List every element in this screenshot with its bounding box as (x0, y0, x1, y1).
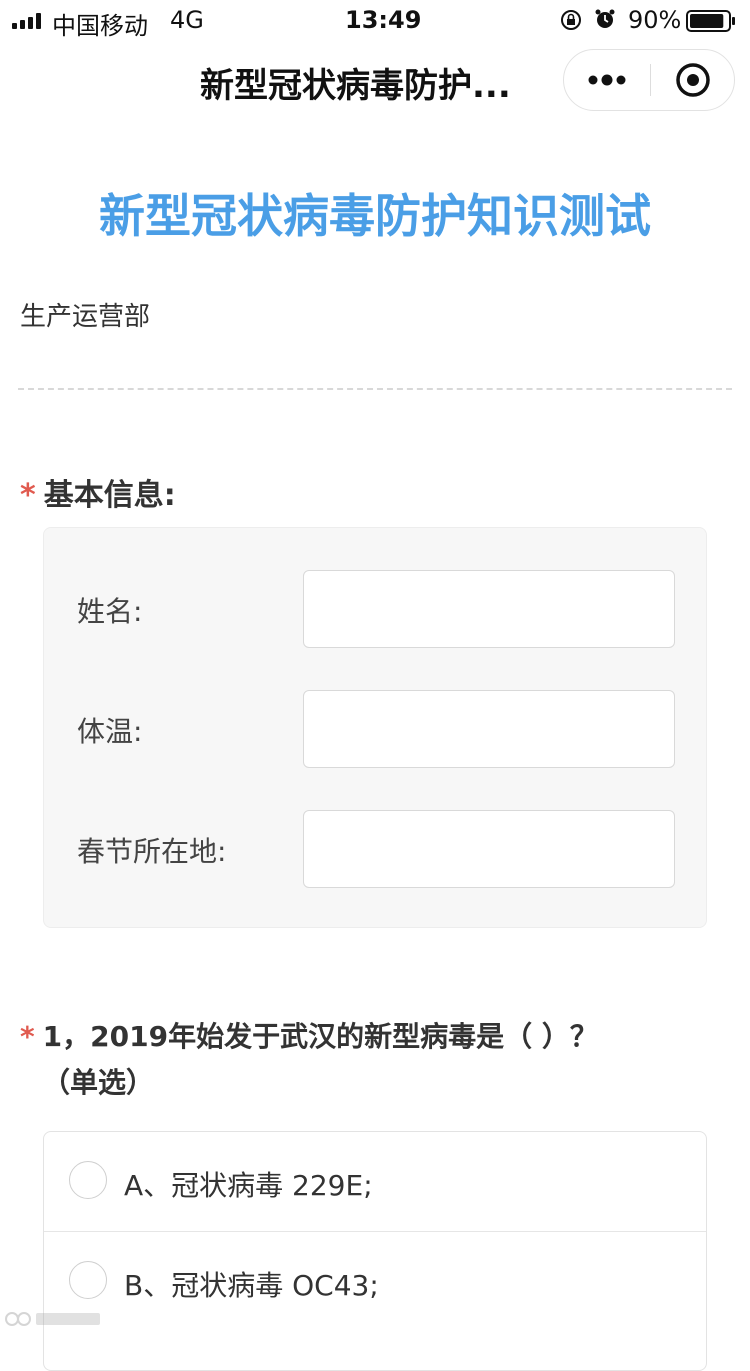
question-1: * 1，2019年始发于武汉的新型病毒是（ ）？ （单选） (20, 1014, 640, 1106)
rotation-lock-icon (561, 10, 581, 30)
form-title: 新型冠状病毒防护知识测试 (99, 189, 651, 243)
battery-icon (686, 10, 735, 32)
temperature-row: 体温: (44, 690, 708, 770)
department-label: 生产运营部 (20, 302, 151, 332)
location-row: 春节所在地: (44, 810, 708, 890)
mini-program-capsule (563, 49, 735, 111)
option-a[interactable]: A、冠状病毒 229E; (44, 1132, 706, 1230)
name-label: 姓名: (77, 595, 143, 628)
basic-info-card: 姓名: 体温: 春节所在地: (43, 527, 707, 928)
temperature-input[interactable] (303, 690, 675, 768)
temperature-label: 体温: (77, 715, 143, 748)
location-input[interactable] (303, 810, 675, 888)
basic-info-heading: * 基本信息: (20, 470, 176, 514)
alarm-icon (595, 9, 615, 28)
status-bar: 中国移动 4G 13:49 90% (0, 0, 750, 42)
question-1-type: （单选） (42, 1066, 155, 1099)
more-dots-icon (588, 74, 626, 86)
basic-info-title: 基本信息: (43, 478, 176, 513)
status-time: 13:49 (345, 6, 422, 34)
question-1-options: A、冠状病毒 229E; B、冠状病毒 OC43; (43, 1131, 707, 1371)
signal-icon (12, 13, 41, 29)
radio-button[interactable] (69, 1261, 107, 1299)
option-b-label: B、冠状病毒 OC43; (124, 1269, 379, 1302)
option-a-label: A、冠状病毒 229E; (124, 1169, 373, 1202)
radio-button[interactable] (69, 1161, 107, 1199)
battery-percent: 90% (628, 6, 682, 34)
required-mark: * (20, 478, 36, 513)
name-row: 姓名: (44, 570, 708, 650)
name-input[interactable] (303, 570, 675, 648)
nav-title: 新型冠状病毒防护... (200, 66, 511, 104)
location-label: 春节所在地: (77, 835, 227, 868)
watermark-logo (5, 1312, 100, 1326)
option-b[interactable]: B、冠状病毒 OC43; (44, 1231, 706, 1330)
required-mark: * (20, 1020, 35, 1053)
section-divider (18, 388, 732, 390)
target-close-icon (676, 63, 710, 97)
close-button[interactable] (651, 50, 735, 110)
network-type: 4G (170, 6, 204, 34)
more-button[interactable] (564, 50, 650, 110)
carrier-name: 中国移动 (52, 12, 148, 40)
question-1-text: 1，2019年始发于武汉的新型病毒是（ ）？ (42, 1020, 598, 1053)
